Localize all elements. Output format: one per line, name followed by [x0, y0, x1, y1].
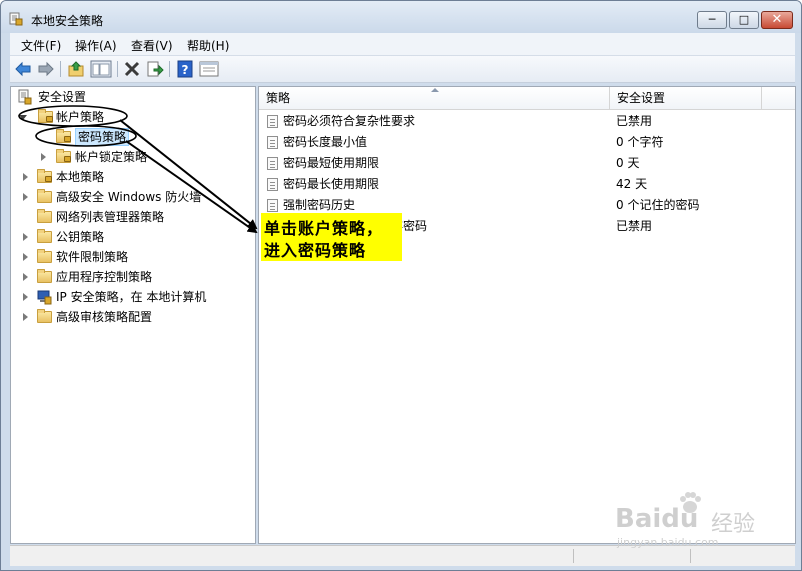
baidu-watermark: Baidu 经验 jingyan.baidu.com: [615, 490, 775, 550]
watermark-cn: 经验: [711, 512, 756, 537]
watermark-brand: Baidu: [615, 504, 699, 534]
annotation-overlay: [18, 105, 258, 234]
annotation-arrow: [119, 119, 258, 230]
watermark-url: jingyan.baidu.com: [617, 536, 719, 549]
highlight-ellipse-account-policy: [18, 105, 128, 127]
annotation-arrow: [125, 140, 258, 234]
instruction-callout: 单击账户策略， 进入密码策略: [261, 213, 402, 261]
callout-line-2: 进入密码策略: [264, 241, 367, 260]
callout-line-1: 单击账户策略，: [264, 219, 384, 238]
highlight-ellipse-password-policy: [35, 125, 137, 147]
